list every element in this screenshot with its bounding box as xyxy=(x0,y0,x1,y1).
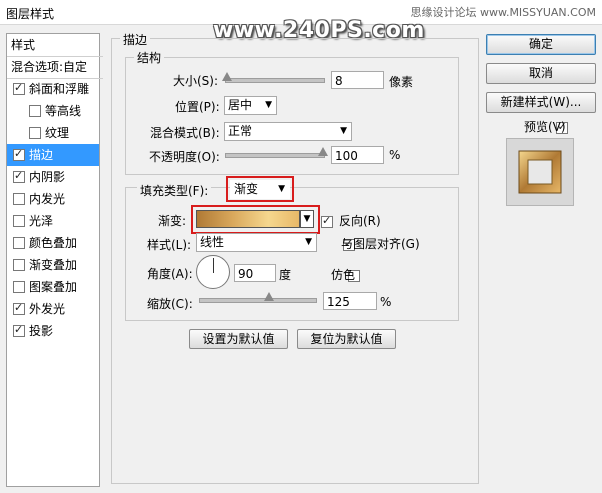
sidebar-item[interactable]: 斜面和浮雕 xyxy=(7,78,99,100)
sidebar-item-label: 内阴影 xyxy=(29,170,66,184)
sidebar-item-label: 内发光 xyxy=(29,192,66,206)
sidebar-item-checkbox[interactable] xyxy=(13,258,25,271)
sidebar-item[interactable]: 渐变叠加 xyxy=(7,254,99,276)
angle-dial-needle xyxy=(213,258,214,273)
gradient-style-select[interactable]: 线性 ▼ xyxy=(196,233,317,252)
reverse-checkbox[interactable] xyxy=(321,215,333,228)
opacity-unit: % xyxy=(389,148,401,162)
position-label: 位置(P): xyxy=(175,100,220,114)
sidebar-item-label: 投影 xyxy=(29,324,54,338)
position-value: 居中 xyxy=(228,98,253,112)
sidebar-item-label: 颜色叠加 xyxy=(29,236,78,250)
sidebar-item-label: 等高线 xyxy=(45,104,82,118)
sidebar-item-label: 图案叠加 xyxy=(29,280,78,294)
dropdown-arrow-icon: ▼ xyxy=(340,126,347,136)
position-select[interactable]: 居中 ▼ xyxy=(224,96,277,115)
stroke-section-title: 描边 xyxy=(120,31,151,48)
angle-dial[interactable] xyxy=(196,255,230,289)
sidebar-item-label: 样式 xyxy=(11,38,36,52)
sidebar-item-label: 斜面和浮雕 xyxy=(29,82,90,96)
sidebar-item-label: 纹理 xyxy=(45,126,70,140)
size-label: 大小(S): xyxy=(173,74,219,88)
sidebar-item-checkbox[interactable] xyxy=(13,170,25,183)
align-with-layer-label: 与图层对齐(G) xyxy=(341,237,420,251)
sidebar-item[interactable]: 颜色叠加 xyxy=(7,232,99,254)
size-slider-thumb[interactable] xyxy=(221,72,232,81)
blend-mode-value: 正常 xyxy=(228,124,253,138)
sidebar-item-label: 光泽 xyxy=(29,214,54,228)
style-label: 样式(L): xyxy=(147,238,192,252)
gold-frame-preview-icon xyxy=(518,150,562,194)
style-list: 样式混合选项:自定斜面和浮雕等高线纹理描边内阴影内发光光泽颜色叠加渐变叠加图案叠… xyxy=(6,33,103,487)
sidebar-item-checkbox[interactable] xyxy=(13,192,25,205)
opacity-slider-track[interactable] xyxy=(225,153,325,158)
blend-mode-label: 混合模式(B): xyxy=(150,126,220,140)
dropdown-arrow-icon: ▼ xyxy=(278,184,285,194)
gradient-label: 渐变: xyxy=(158,214,187,228)
fill-type-value: 渐变 xyxy=(234,182,259,196)
sidebar-item-label: 渐变叠加 xyxy=(29,258,78,272)
sidebar-item-checkbox[interactable] xyxy=(13,214,25,227)
scale-slider-track[interactable] xyxy=(199,298,317,303)
sidebar-item-checkbox[interactable] xyxy=(13,82,25,95)
opacity-slider-thumb[interactable] xyxy=(318,147,328,156)
size-unit: 像素 xyxy=(389,75,414,89)
angle-label: 角度(A): xyxy=(147,267,193,281)
preview-label: 预览(V) xyxy=(524,120,566,134)
sidebar-item-checkbox[interactable] xyxy=(13,324,25,337)
dither-label: 仿色 xyxy=(331,268,356,282)
sidebar-item[interactable]: 混合选项:自定 xyxy=(7,56,103,79)
window-title: 图层样式 xyxy=(6,7,55,21)
structure-title: 结构 xyxy=(134,49,165,66)
sidebar-item[interactable]: 等高线 xyxy=(7,100,99,122)
scale-unit: % xyxy=(380,295,392,309)
angle-unit: 度 xyxy=(279,268,292,282)
opacity-input[interactable]: 100 xyxy=(331,146,384,164)
set-default-button[interactable]: 设置为默认值 xyxy=(189,329,288,349)
cancel-button[interactable]: 取消 xyxy=(486,63,596,84)
dropdown-arrow-icon: ▼ xyxy=(305,237,312,247)
dropdown-arrow-icon: ▼ xyxy=(265,100,272,110)
reverse-label: 反向(R) xyxy=(339,214,381,228)
sidebar-item-checkbox[interactable] xyxy=(13,148,25,161)
sidebar-item-checkbox[interactable] xyxy=(13,236,25,249)
scale-slider-thumb[interactable] xyxy=(263,292,274,301)
fill-type-label: 填充类型(F): xyxy=(137,182,212,199)
sidebar-item-label: 外发光 xyxy=(29,302,66,316)
sidebar-item[interactable]: 内发光 xyxy=(7,188,99,210)
size-input[interactable]: 8 xyxy=(331,71,384,89)
size-slider-track[interactable] xyxy=(225,78,325,83)
scale-input[interactable]: 125 xyxy=(323,292,377,310)
scale-label: 缩放(C): xyxy=(147,297,193,311)
sidebar-item-checkbox[interactable] xyxy=(13,280,25,293)
sidebar-item[interactable]: 外发光 xyxy=(7,298,99,320)
sidebar-item[interactable]: 投影 xyxy=(7,320,99,342)
sidebar-item-checkbox[interactable] xyxy=(29,104,41,117)
sidebar-item[interactable]: 描边 xyxy=(7,144,99,166)
gradient-swatch[interactable] xyxy=(196,210,300,228)
ok-button[interactable]: 确定 xyxy=(486,34,596,55)
blend-mode-select[interactable]: 正常 ▼ xyxy=(224,122,352,141)
sidebar-item-checkbox[interactable] xyxy=(29,126,41,139)
new-style-button[interactable]: 新建样式(W)... xyxy=(486,92,596,113)
sidebar-item[interactable]: 样式 xyxy=(7,34,103,57)
reset-default-button[interactable]: 复位为默认值 xyxy=(297,329,396,349)
gradient-dropdown-icon[interactable]: ▼ xyxy=(300,210,314,228)
style-preview-thumbnail xyxy=(506,138,574,206)
sidebar-item[interactable]: 光泽 xyxy=(7,210,99,232)
sidebar-item[interactable]: 纹理 xyxy=(7,122,99,144)
fill-type-select[interactable]: 渐变 ▼ xyxy=(230,180,290,199)
opacity-label: 不透明度(O): xyxy=(149,150,220,164)
angle-input[interactable]: 90 xyxy=(234,264,276,282)
sidebar-item-checkbox[interactable] xyxy=(13,302,25,315)
sidebar-item[interactable]: 图案叠加 xyxy=(7,276,99,298)
gradient-style-value: 线性 xyxy=(200,235,225,249)
watermark-text-right: 思缘设计论坛 www.MISSYUAN.COM xyxy=(410,6,596,19)
sidebar-item[interactable]: 内阴影 xyxy=(7,166,99,188)
sidebar-item-label: 混合选项:自定 xyxy=(11,60,88,74)
sidebar-item-label: 描边 xyxy=(29,148,54,162)
